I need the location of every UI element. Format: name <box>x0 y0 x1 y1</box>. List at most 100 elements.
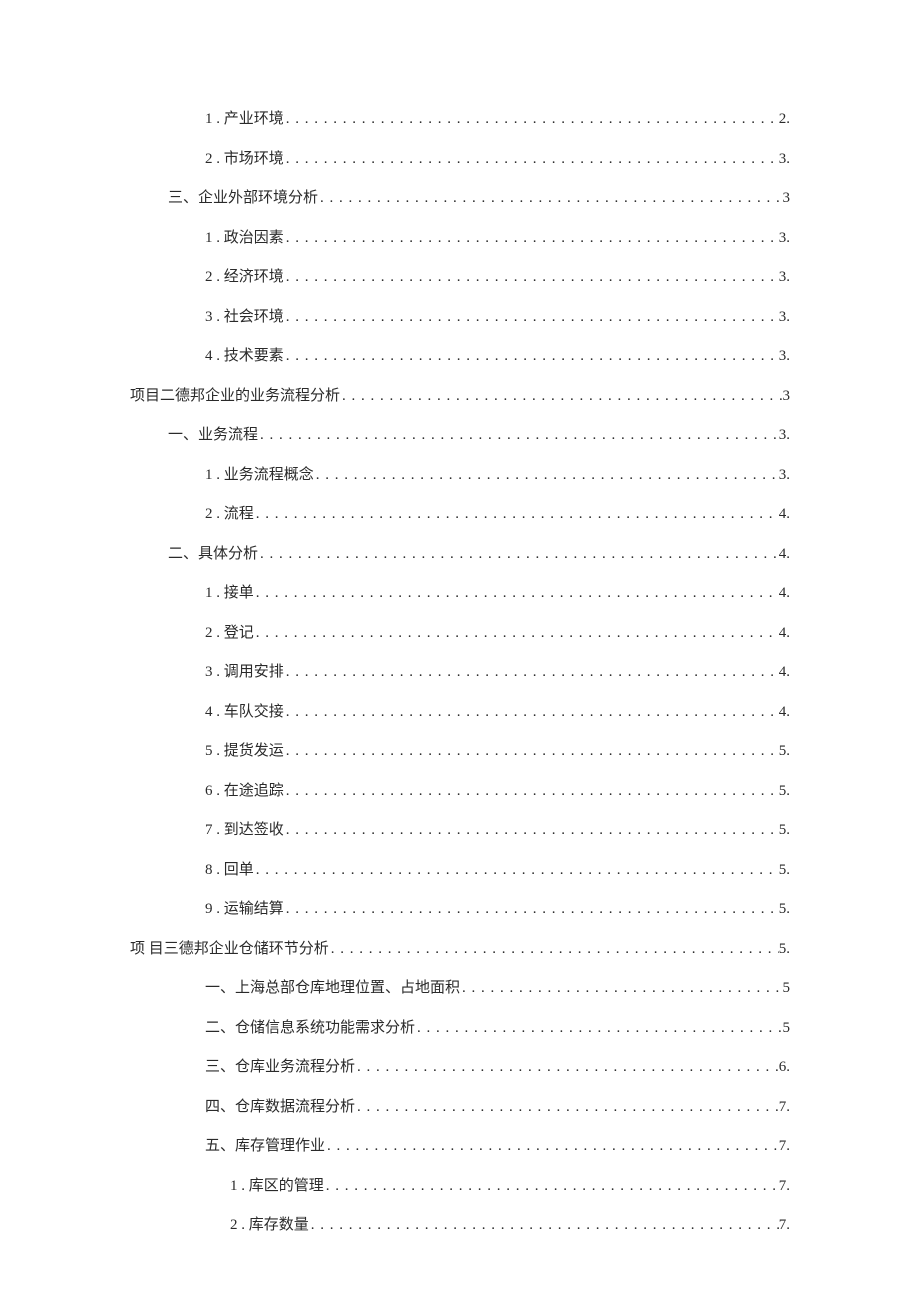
toc-entry: 2 . 流程 4. <box>130 505 790 523</box>
toc-leader-dots <box>284 703 779 721</box>
table-of-contents: 1 . 产业环境 2. 2 . 市场环境 3. 三、企业外部环境分析 3 1 . 政治因素 3… <box>130 110 790 1256</box>
toc-entry: 3 . 调用安排 4. <box>130 663 790 681</box>
toc-entry-label: 一、上海总部仓库地理位置、占地面积 <box>205 979 460 997</box>
toc-leader-dots <box>284 229 779 247</box>
toc-entry: 二、具体分析4. <box>130 545 790 563</box>
toc-entry-label: 4 . 技术要素 <box>205 347 284 365</box>
toc-entry-page: 5. <box>779 782 790 800</box>
toc-entry: 一、上海总部仓库地理位置、占地面积 5 <box>130 979 790 997</box>
toc-entry-page: 4. <box>779 505 790 523</box>
toc-entry: 二、仓储信息系统功能需求分析 5 <box>130 1019 790 1037</box>
toc-entry-label: 二、仓储信息系统功能需求分析 <box>205 1019 415 1037</box>
toc-entry-page: 5. <box>779 900 790 918</box>
toc-entry-page: 5 <box>783 979 791 997</box>
toc-entry-page: 3. <box>779 150 790 168</box>
toc-entry-label: 6 . 在途追踪 <box>205 782 284 800</box>
toc-entry-page: 3. <box>779 229 790 247</box>
toc-entry: 项 目三德邦企业仓储环节分析5. <box>130 940 790 958</box>
toc-entry-page: 4. <box>779 624 790 642</box>
toc-leader-dots <box>284 663 779 681</box>
toc-entry: 2 . 市场环境 3. <box>130 150 790 168</box>
toc-leader-dots <box>254 861 779 879</box>
toc-entry-page: 4. <box>779 663 790 681</box>
toc-leader-dots <box>284 821 779 839</box>
toc-entry-page: 5. <box>779 821 790 839</box>
toc-entry: 三、仓库业务流程分析 6. <box>130 1058 790 1076</box>
toc-leader-dots <box>314 466 779 484</box>
toc-entry-label: 3 . 调用安排 <box>205 663 284 681</box>
toc-entry: 2 . 登记 4. <box>130 624 790 642</box>
toc-entry: 三、企业外部环境分析 3 <box>130 189 790 207</box>
toc-entry: 1 . 政治因素 3. <box>130 229 790 247</box>
toc-entry-page: 7. <box>779 1098 790 1116</box>
toc-entry-label: 项目二德邦企业的业务流程分析 <box>130 387 340 405</box>
toc-entry: 五、库存管理作业 7. <box>130 1137 790 1155</box>
toc-entry: 8 . 回单 5. <box>130 861 790 879</box>
toc-leader-dots <box>254 584 779 602</box>
toc-entry-page: 3. <box>779 466 790 484</box>
toc-entry: 项目二德邦企业的业务流程分析 3 <box>130 387 790 405</box>
toc-leader-dots <box>284 782 779 800</box>
toc-entry-page: 3. <box>779 308 790 326</box>
toc-entry-page: 4. <box>779 584 790 602</box>
toc-entry-label: 三、企业外部环境分析 <box>168 189 318 207</box>
toc-entry: 一、业务流程3. <box>130 426 790 444</box>
toc-entry: 四、仓库数据流程分析 7. <box>130 1098 790 1116</box>
toc-entry-page: 3. <box>779 268 790 286</box>
toc-leader-dots <box>318 189 782 207</box>
toc-entry-label: 2 . 流程 <box>205 505 254 523</box>
toc-leader-dots <box>284 308 779 326</box>
toc-entry-label: 8 . 回单 <box>205 861 254 879</box>
toc-leader-dots <box>324 1177 779 1195</box>
toc-entry-label: 7 . 到达签收 <box>205 821 284 839</box>
toc-entry-label: 3 . 社会环境 <box>205 308 284 326</box>
toc-entry-label: 一、业务流程 <box>168 426 258 444</box>
toc-entry-page: 5. <box>779 742 790 760</box>
toc-entry-label: 2 . 经济环境 <box>205 268 284 286</box>
toc-leader-dots <box>355 1098 779 1116</box>
toc-entry-label: 二、具体分析 <box>168 545 258 563</box>
toc-entry-page: 4. <box>779 703 790 721</box>
toc-leader-dots <box>254 505 779 523</box>
toc-leader-dots <box>284 268 779 286</box>
toc-entry-page: 6. <box>779 1058 790 1076</box>
toc-leader-dots <box>284 900 779 918</box>
toc-leader-dots <box>258 426 779 444</box>
toc-entry-label: 1 . 接单 <box>205 584 254 602</box>
toc-entry-page: 3. <box>779 347 790 365</box>
toc-leader-dots <box>325 1137 779 1155</box>
toc-entry-label: 9 . 运输结算 <box>205 900 284 918</box>
toc-entry-page: 2. <box>779 110 790 128</box>
toc-entry: 7 . 到达签收 5. <box>130 821 790 839</box>
toc-entry-page: 5 <box>783 1019 791 1037</box>
toc-leader-dots <box>415 1019 782 1037</box>
toc-entry-label: 1 . 产业环境 <box>205 110 284 128</box>
toc-entry-label: 四、仓库数据流程分析 <box>205 1098 355 1116</box>
toc-entry-page: 5. <box>779 861 790 879</box>
toc-entry-label: 1 . 库区的管理 <box>230 1177 324 1195</box>
toc-leader-dots <box>309 1216 779 1234</box>
toc-entry: 6 . 在途追踪 5. <box>130 782 790 800</box>
toc-entry: 1 . 接单 4. <box>130 584 790 602</box>
toc-entry: 1 . 业务流程概念3. <box>130 466 790 484</box>
toc-entry: 2 . 库存数量7. <box>130 1216 790 1234</box>
toc-leader-dots <box>340 387 782 405</box>
toc-entry: 4 . 技术要素 3. <box>130 347 790 365</box>
toc-entry: 4 . 车队交接4. <box>130 703 790 721</box>
toc-entry-page: 7. <box>779 1177 790 1195</box>
toc-entry-label: 五、库存管理作业 <box>205 1137 325 1155</box>
toc-entry-page: 3 <box>783 387 791 405</box>
toc-entry-label: 5 . 提货发运 <box>205 742 284 760</box>
toc-entry-page: 7. <box>779 1137 790 1155</box>
toc-entry-label: 1 . 政治因素 <box>205 229 284 247</box>
toc-entry-page: 3 <box>783 189 791 207</box>
toc-entry: 5 . 提货发运 5. <box>130 742 790 760</box>
toc-entry-page: 7. <box>779 1216 790 1234</box>
toc-entry-label: 三、仓库业务流程分析 <box>205 1058 355 1076</box>
toc-entry: 1 . 库区的管理 7. <box>130 1177 790 1195</box>
toc-leader-dots <box>284 347 779 365</box>
toc-entry-label: 2 . 登记 <box>205 624 254 642</box>
toc-leader-dots <box>254 624 779 642</box>
toc-entry-label: 2 . 市场环境 <box>205 150 284 168</box>
toc-entry: 2 . 经济环境 3. <box>130 268 790 286</box>
